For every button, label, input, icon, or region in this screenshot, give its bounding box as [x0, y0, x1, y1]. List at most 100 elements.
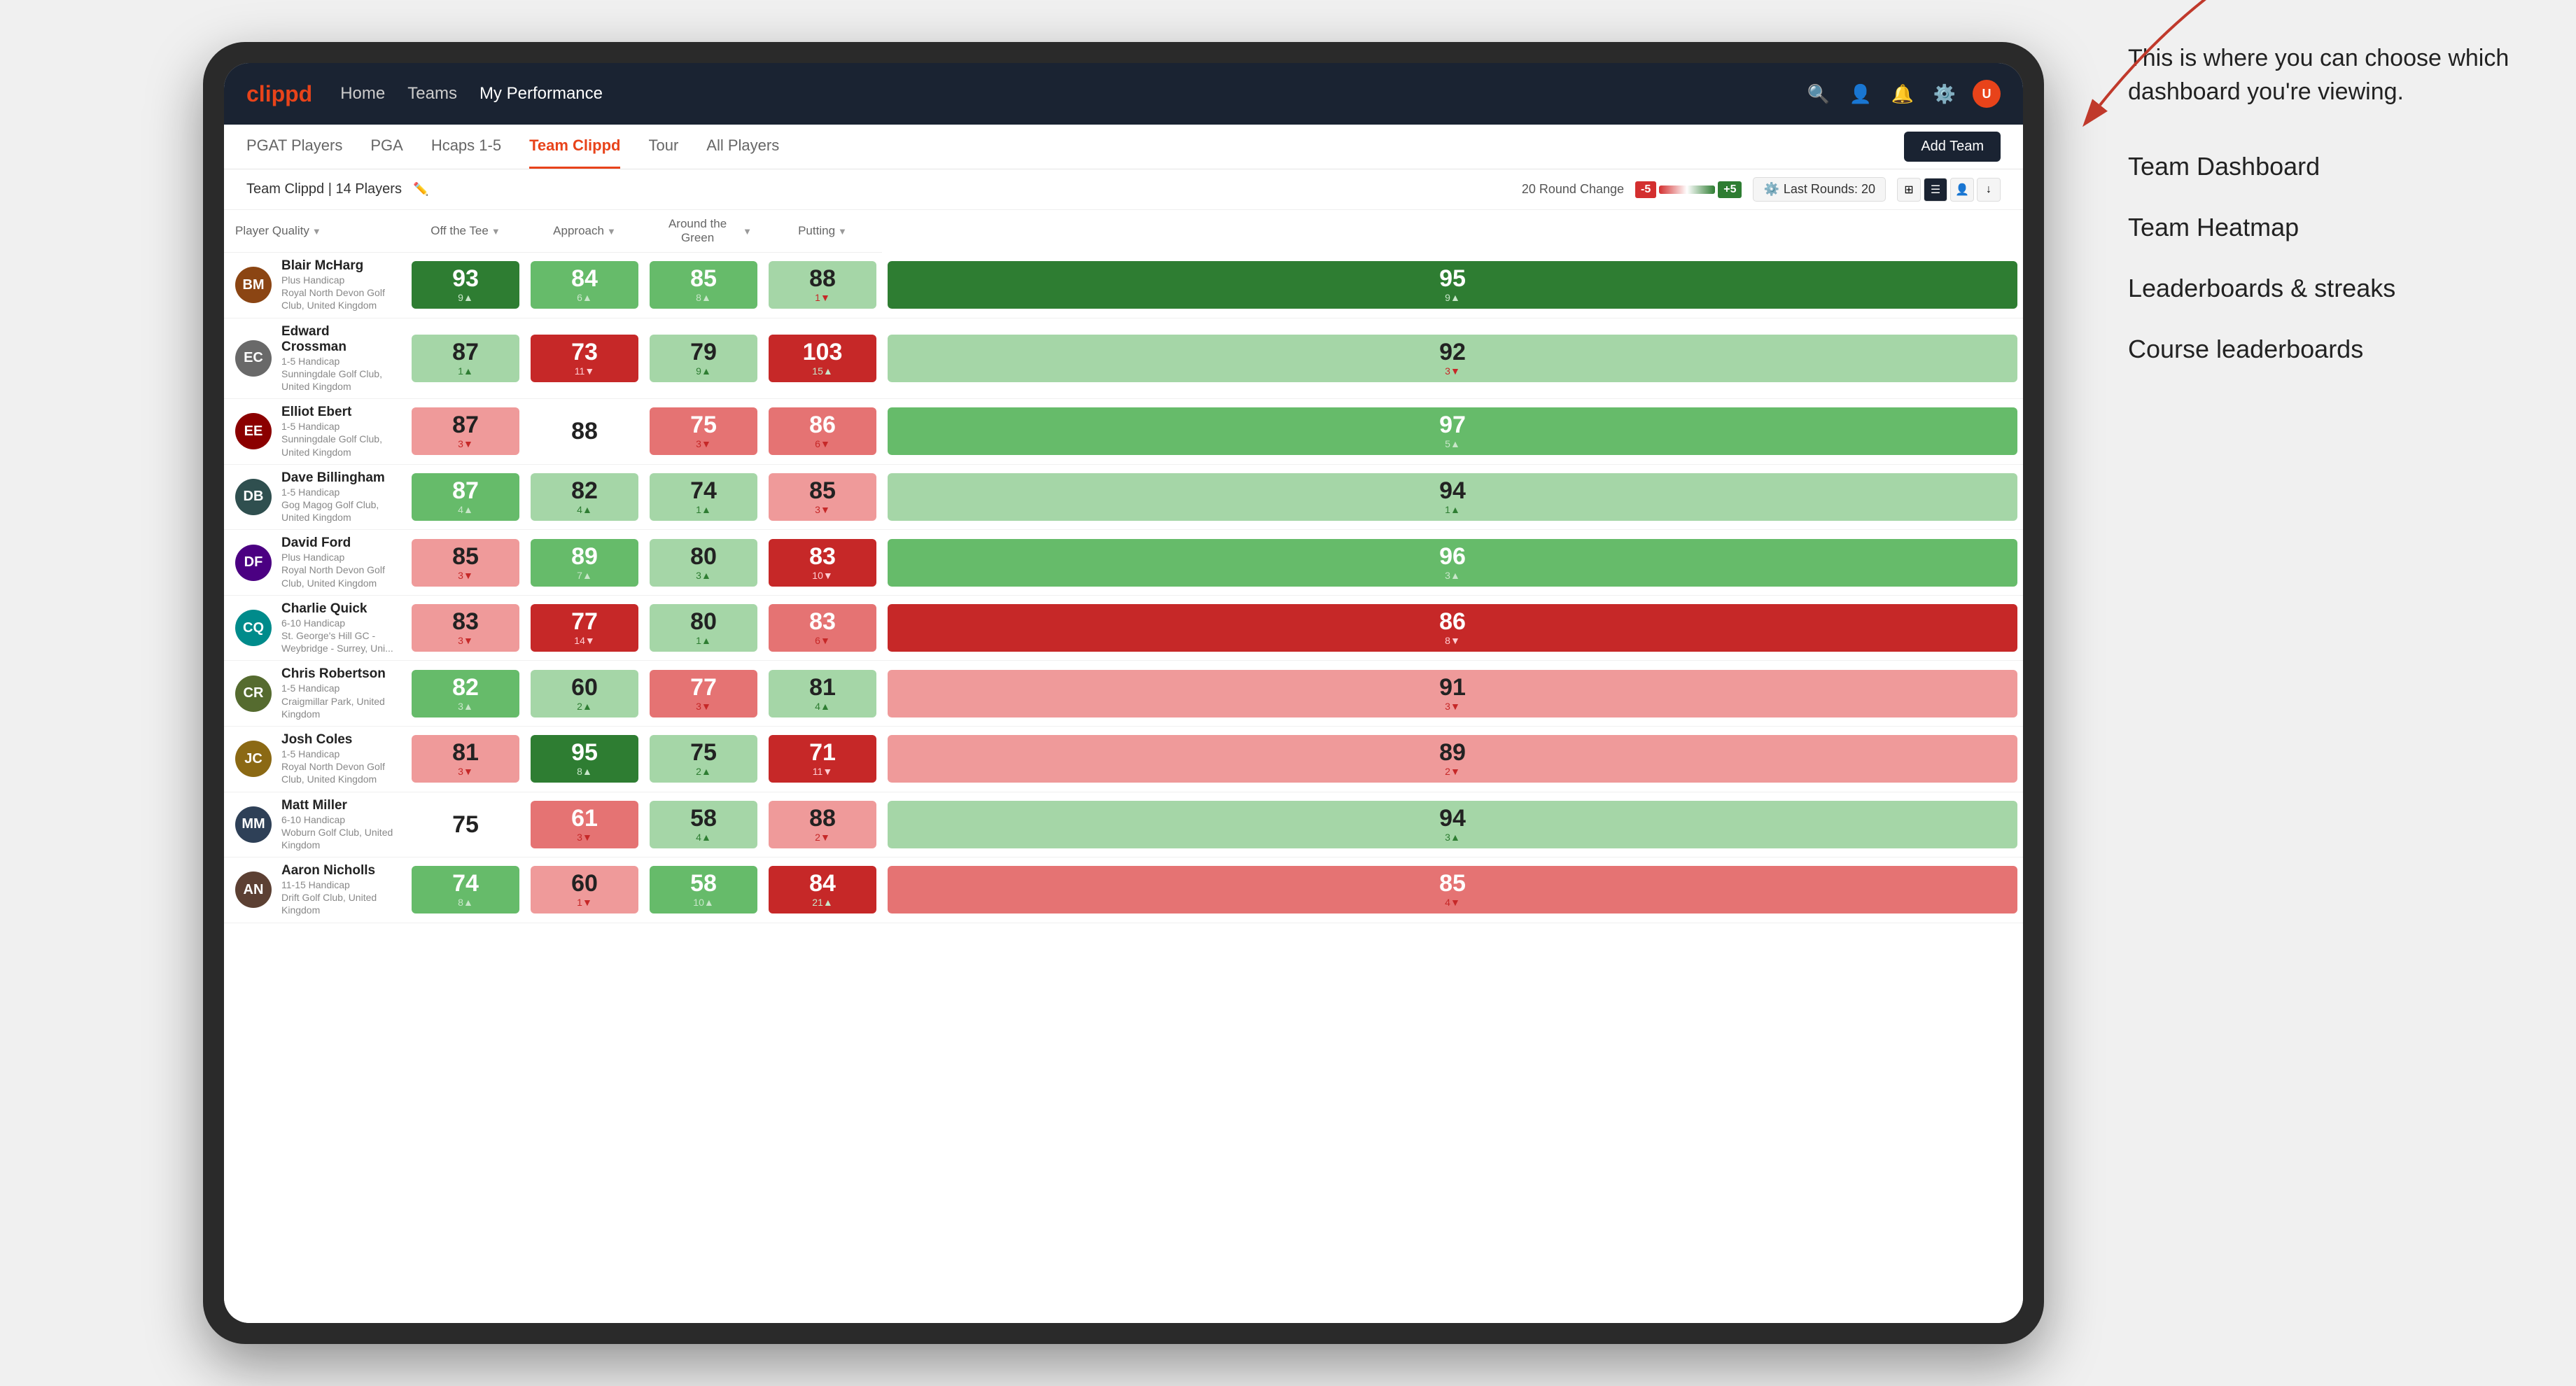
score-cell-approach: 58 4▲ [644, 792, 763, 858]
score-value: 58 [690, 806, 717, 830]
down-arrow-icon: 3▼ [696, 438, 711, 449]
settings-icon[interactable]: ⚙️ [1931, 80, 1959, 108]
score-change: 3▼ [458, 635, 473, 646]
main-content: Player Quality ▼ Off the Tee ▼ [224, 210, 2023, 1323]
person-view-button[interactable]: 👤 [1950, 178, 1974, 202]
table-row[interactable]: BM Blair McHarg Plus Handicap Royal Nort… [224, 253, 2023, 318]
annotation-list: Team Dashboard Team Heatmap Leaderboards… [2128, 150, 2534, 365]
table-row[interactable]: CQ Charlie Quick 6-10 Handicap St. Georg… [224, 595, 2023, 661]
down-arrow-icon: 3▼ [1445, 701, 1460, 712]
score-change: 8▲ [458, 897, 473, 908]
sort-arrow-around-green[interactable]: ▼ [743, 226, 752, 237]
up-arrow-icon: 1▲ [696, 504, 711, 515]
user-icon[interactable]: 👤 [1847, 80, 1875, 108]
score-change: 3▼ [458, 438, 473, 449]
score-value: 103 [803, 340, 843, 364]
score-value: 85 [452, 545, 479, 568]
tab-hcaps[interactable]: Hcaps 1-5 [431, 125, 501, 169]
player-name: Aaron Nicholls [281, 863, 395, 878]
player-name: Chris Robertson [281, 666, 395, 682]
score-change: 10▼ [812, 570, 832, 581]
table-row[interactable]: AN Aaron Nicholls 11-15 Handicap Drift G… [224, 858, 2023, 923]
down-arrow-icon: 6▼ [815, 635, 830, 646]
tab-pgat-players[interactable]: PGAT Players [246, 125, 342, 169]
score-cell-quality: 85 3▼ [406, 530, 525, 596]
score-value: 80 [690, 610, 717, 634]
edit-icon[interactable]: ✏️ [413, 182, 428, 197]
up-arrow-icon: 3▲ [458, 701, 473, 712]
score-value: 82 [571, 479, 598, 503]
down-arrow-icon: 3▼ [696, 701, 711, 712]
player-avatar: EC [235, 340, 272, 377]
tab-all-players[interactable]: All Players [706, 125, 779, 169]
score-value: 85 [690, 267, 717, 290]
score-change: 3▲ [458, 701, 473, 712]
sort-arrow-player[interactable]: ▼ [312, 226, 321, 237]
sort-arrow-off-tee[interactable]: ▼ [491, 226, 500, 237]
score-cell-off_tee: 89 7▲ [525, 530, 644, 596]
score-value: 60 [571, 872, 598, 895]
search-icon[interactable]: 🔍 [1805, 80, 1833, 108]
score-box: 77 14▼ [531, 604, 638, 652]
filter-icon: ⚙️ [1763, 182, 1779, 197]
score-value: 88 [809, 267, 836, 290]
player-name: Blair McHarg [281, 258, 395, 274]
score-value: 77 [571, 610, 598, 634]
avatar[interactable]: U [1973, 80, 2001, 108]
ipad-frame: clippd Home Teams My Performance 🔍 👤 🔔 ⚙… [203, 42, 2044, 1344]
score-cell-approach: 80 1▲ [644, 595, 763, 661]
neg-badge: -5 [1635, 181, 1656, 198]
bell-icon[interactable]: 🔔 [1889, 80, 1917, 108]
score-value: 89 [571, 545, 598, 568]
score-change: 1▼ [815, 292, 830, 303]
score-value: 88 [571, 419, 598, 443]
score-change: 2▼ [815, 832, 830, 843]
score-cell-quality: 87 4▲ [406, 464, 525, 530]
download-button[interactable]: ↓ [1977, 178, 2001, 202]
sort-arrow-putting[interactable]: ▼ [838, 226, 847, 237]
tab-team-clippd[interactable]: Team Clippd [529, 125, 620, 169]
list-view-button[interactable]: ☰ [1924, 178, 1947, 202]
score-box: 80 1▲ [650, 604, 757, 652]
grid-view-button[interactable]: ⊞ [1897, 178, 1921, 202]
score-cell-approach: 58 10▲ [644, 858, 763, 923]
table-row[interactable]: EE Elliot Ebert 1-5 Handicap Sunningdale… [224, 399, 2023, 465]
score-cell-approach: 75 3▼ [644, 399, 763, 465]
score-cell-around_green: 84 21▲ [763, 858, 882, 923]
score-box: 58 10▲ [650, 866, 757, 913]
table-row[interactable]: EC Edward Crossman 1-5 Handicap Sunningd… [224, 318, 2023, 399]
sort-arrow-approach[interactable]: ▼ [607, 226, 616, 237]
table-row[interactable]: CR Chris Robertson 1-5 Handicap Craigmil… [224, 661, 2023, 727]
add-team-button[interactable]: Add Team [1904, 132, 2001, 162]
score-change: 2▼ [1445, 766, 1460, 777]
player-club: Royal North Devon Golf Club, United King… [281, 286, 395, 312]
nav-my-performance[interactable]: My Performance [479, 80, 603, 108]
round-change-label: 20 Round Change [1522, 182, 1624, 197]
score-box: 97 5▲ [888, 407, 2017, 455]
score-box: 77 3▼ [650, 670, 757, 718]
last-rounds-button[interactable]: ⚙️ Last Rounds: 20 [1753, 177, 1886, 202]
tab-pga[interactable]: PGA [370, 125, 402, 169]
nav-home[interactable]: Home [340, 80, 385, 108]
score-value: 89 [1439, 741, 1466, 764]
table-row[interactable]: DB Dave Billingham 1-5 Handicap Gog Mago… [224, 464, 2023, 530]
score-change: 14▼ [574, 635, 594, 646]
score-value: 82 [452, 676, 479, 699]
table-row[interactable]: MM Matt Miller 6-10 Handicap Woburn Golf… [224, 792, 2023, 858]
score-cell-approach: 74 1▲ [644, 464, 763, 530]
table-row[interactable]: DF David Ford Plus Handicap Royal North … [224, 530, 2023, 596]
score-box: 96 3▲ [888, 539, 2017, 587]
score-change: 15▲ [812, 365, 832, 377]
up-arrow-icon: 2▲ [577, 701, 592, 712]
app-logo: clippd [246, 81, 312, 107]
player-avatar: JC [235, 741, 272, 777]
nav-icons: 🔍 👤 🔔 ⚙️ U [1805, 80, 2001, 108]
tab-tour[interactable]: Tour [648, 125, 678, 169]
score-box: 84 6▲ [531, 261, 638, 309]
score-cell-approach: 75 2▲ [644, 726, 763, 792]
pos-badge: +5 [1718, 181, 1742, 198]
score-box: 88 [531, 410, 638, 453]
nav-teams[interactable]: Teams [407, 80, 457, 108]
table-row[interactable]: JC Josh Coles 1-5 Handicap Royal North D… [224, 726, 2023, 792]
player-avatar: CR [235, 676, 272, 712]
